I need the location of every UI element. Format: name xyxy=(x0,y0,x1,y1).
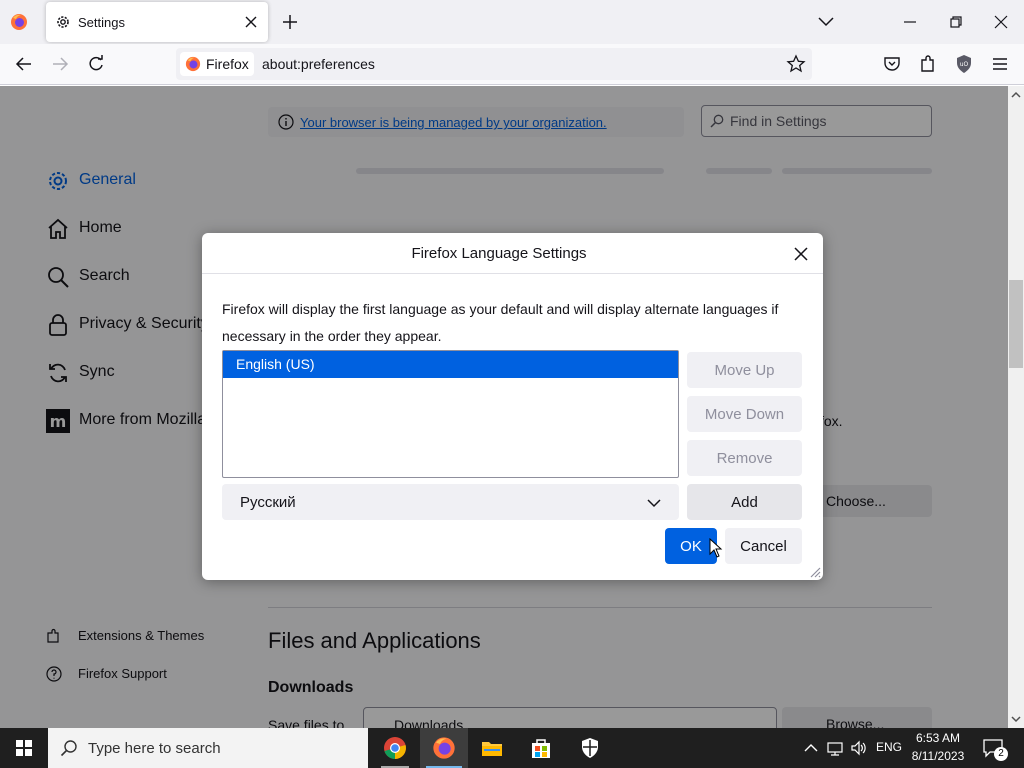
hamburger-menu-icon[interactable] xyxy=(990,54,1010,74)
dialog-header: Firefox Language Settings xyxy=(202,233,823,274)
input-language-indicator[interactable]: ENG xyxy=(876,740,902,754)
firefox-icon xyxy=(433,737,455,759)
ublock-shield-icon[interactable]: uO xyxy=(954,54,974,74)
star-icon[interactable] xyxy=(786,54,806,74)
cancel-label: Cancel xyxy=(740,538,787,555)
tab-title: Settings xyxy=(78,15,125,30)
firefox-logo-icon xyxy=(185,56,201,72)
forward-arrow-icon[interactable] xyxy=(50,54,70,74)
add-button[interactable]: Add xyxy=(687,484,802,520)
extensions-icon[interactable] xyxy=(918,54,938,74)
reload-icon[interactable] xyxy=(86,54,106,74)
url-text[interactable]: about:preferences xyxy=(262,56,375,72)
move-down-label: Move Down xyxy=(704,406,785,423)
language-list[interactable]: English (US) xyxy=(222,350,679,478)
dialog-description: Firefox will display the first language … xyxy=(222,301,779,344)
taskbar-app-store[interactable] xyxy=(517,728,565,768)
clock-time[interactable]: 6:53 AM xyxy=(900,731,976,745)
language-name: English (US) xyxy=(236,356,315,372)
move-down-button[interactable]: Move Down xyxy=(687,396,802,432)
scroll-up-arrow-icon[interactable] xyxy=(1009,88,1023,102)
move-up-label: Move Up xyxy=(714,362,775,379)
scrollbar-thumb[interactable] xyxy=(1009,280,1023,368)
scroll-down-arrow-icon[interactable] xyxy=(1009,712,1023,726)
back-arrow-icon[interactable] xyxy=(14,54,34,74)
dialog-title: Firefox Language Settings xyxy=(411,245,587,262)
pocket-icon[interactable] xyxy=(882,54,902,74)
volume-icon[interactable] xyxy=(850,739,868,757)
language-list-item[interactable]: English (US) xyxy=(223,351,678,378)
available-languages-select[interactable]: Русский xyxy=(222,484,679,520)
chevron-down-icon[interactable] xyxy=(817,14,835,30)
clock-date[interactable]: 8/11/2023 xyxy=(900,749,976,763)
taskbar-search-placeholder: Type here to search xyxy=(88,740,221,757)
windows-start-icon[interactable] xyxy=(0,728,48,768)
taskbar-app-firefox[interactable] xyxy=(420,728,468,768)
firefox-logo-icon[interactable] xyxy=(10,13,28,31)
tab-settings[interactable]: Settings xyxy=(46,2,268,42)
tab-strip: Settings xyxy=(0,0,1024,44)
network-icon[interactable] xyxy=(826,739,844,757)
chevron-down-icon xyxy=(647,499,661,508)
navigation-bar: Firefox about:preferences uO xyxy=(0,44,1024,85)
file-explorer-icon xyxy=(482,742,502,756)
plus-icon[interactable] xyxy=(280,12,300,32)
move-up-button[interactable]: Move Up xyxy=(687,352,802,388)
windows-taskbar: Type here to search ENG 6:53 AM 8/11/202… xyxy=(0,728,1024,768)
scrollbar[interactable] xyxy=(1008,86,1024,728)
mouse-cursor-icon xyxy=(709,538,723,558)
search-icon xyxy=(60,740,77,757)
cancel-button[interactable]: Cancel xyxy=(725,528,802,564)
selected-language: Русский xyxy=(240,494,296,511)
taskbar-app-file-explorer[interactable] xyxy=(468,728,516,768)
security-icon xyxy=(582,738,598,758)
taskbar-app-chrome[interactable] xyxy=(371,728,419,768)
taskbar-search-box[interactable]: Type here to search xyxy=(48,728,368,768)
minimize-icon[interactable] xyxy=(900,12,920,32)
close-icon[interactable] xyxy=(791,244,811,264)
remove-label: Remove xyxy=(716,450,773,467)
identity-box[interactable]: Firefox xyxy=(180,52,254,76)
language-settings-dialog: Firefox Language Settings Firefox will d… xyxy=(202,233,823,580)
chevron-up-icon[interactable] xyxy=(802,739,820,757)
remove-button[interactable]: Remove xyxy=(687,440,802,476)
restore-icon[interactable] xyxy=(946,12,966,32)
taskbar-app-security[interactable] xyxy=(566,728,614,768)
window-close-icon[interactable] xyxy=(991,12,1011,32)
resize-grip-icon[interactable] xyxy=(807,564,821,578)
svg-text:uO: uO xyxy=(960,61,969,68)
identity-label: Firefox xyxy=(206,56,249,72)
gear-icon xyxy=(57,16,69,28)
close-icon[interactable] xyxy=(242,13,260,31)
notification-count-badge: 2 xyxy=(994,747,1008,761)
store-icon xyxy=(532,739,550,758)
address-bar[interactable]: Firefox about:preferences xyxy=(176,48,812,80)
chrome-icon xyxy=(384,737,406,759)
add-label: Add xyxy=(731,494,758,511)
